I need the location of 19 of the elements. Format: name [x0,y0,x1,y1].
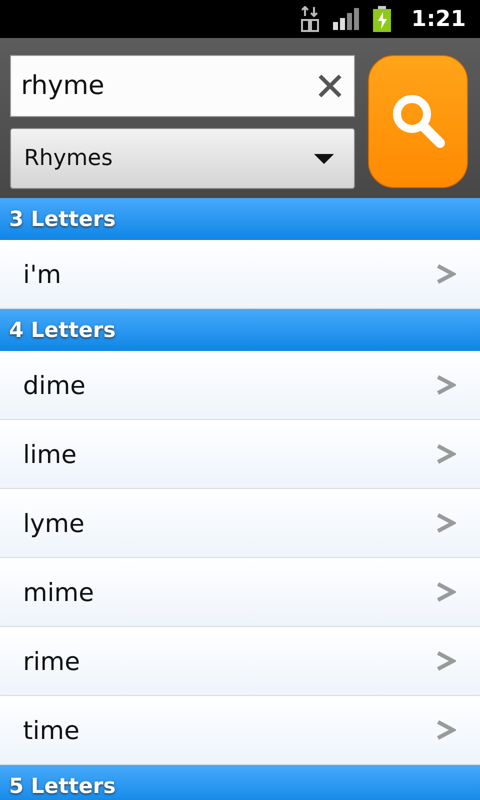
chevron-icon [436,719,456,741]
chevron-icon [436,374,456,396]
clock-time: 1:21 [411,6,466,32]
chevron-icon [436,512,456,534]
clear-icon[interactable] [317,73,343,99]
section-title: 3 Letters [9,207,116,231]
mobile-data-icon [301,6,320,32]
section-title: 5 Letters [9,774,116,798]
signal-icon [333,8,360,30]
chevron-icon [436,263,456,285]
dropdown-caret-icon [314,154,334,164]
section-title: 4 Letters [9,318,116,342]
battery-charging-icon [373,6,392,32]
mode-dropdown[interactable]: Rhymes [10,128,355,189]
search-button[interactable] [368,55,468,188]
chevron-icon [436,650,456,672]
chevron-icon [436,443,456,465]
chevron-icon [436,581,456,603]
search-field[interactable]: rhyme [10,55,355,117]
